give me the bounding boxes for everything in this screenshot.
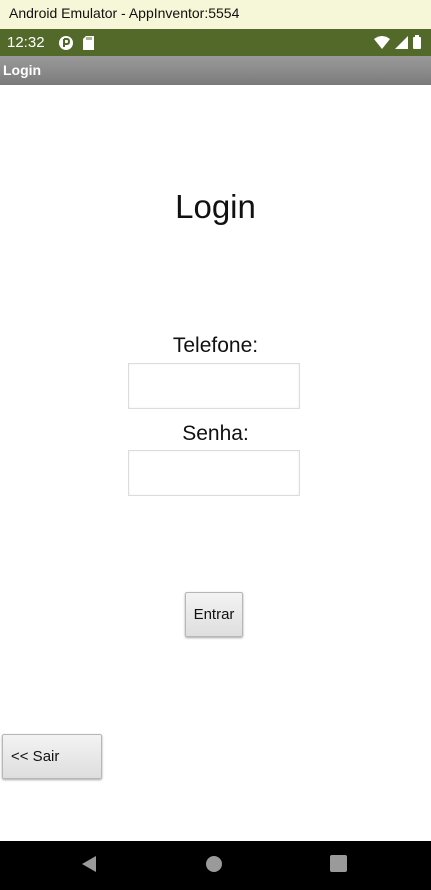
wifi-icon	[374, 34, 390, 53]
page-title: Login	[175, 188, 256, 225]
battery-icon	[413, 34, 421, 53]
emulator-title-bar: Android Emulator - AppInventor:5554	[0, 0, 431, 29]
back-button[interactable]	[59, 841, 119, 890]
status-time: 12:32	[7, 34, 45, 51]
navigation-bar	[0, 841, 431, 890]
status-bar: 12:32	[0, 29, 431, 56]
app-title-bar: Login	[0, 56, 431, 85]
app-title: Login	[3, 62, 42, 78]
back-icon	[80, 855, 98, 877]
password-input[interactable]	[128, 450, 300, 496]
recents-button[interactable]	[308, 841, 368, 890]
cell-signal-icon	[395, 34, 408, 53]
password-label: Senha:	[182, 422, 249, 445]
play-protect-icon	[58, 35, 74, 51]
phone-label: Telefone:	[172, 334, 259, 357]
recents-icon	[329, 855, 347, 876]
home-icon	[205, 855, 223, 877]
home-button[interactable]	[184, 841, 244, 890]
phone-input[interactable]	[128, 363, 300, 409]
sd-card-icon	[82, 35, 95, 51]
enter-button[interactable]: Entrar	[185, 592, 243, 637]
exit-button[interactable]: << Sair	[2, 734, 102, 779]
emulator-title: Android Emulator - AppInventor:5554	[9, 5, 240, 21]
